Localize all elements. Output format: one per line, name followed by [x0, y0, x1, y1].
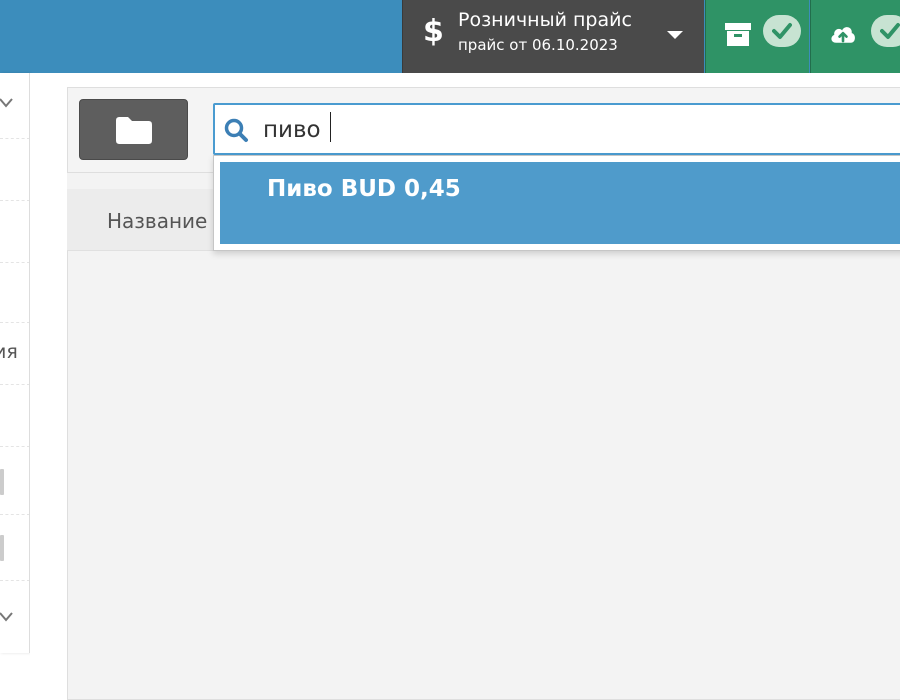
- check-icon: [880, 23, 900, 39]
- filter-field-edge: [0, 535, 4, 561]
- suggestion-item[interactable]: Пиво BUD 0,45: [220, 162, 900, 244]
- column-header-name[interactable]: Название: [107, 209, 207, 233]
- sidebar-item[interactable]: [0, 581, 29, 653]
- archive-icon: [725, 23, 751, 46]
- upload-status-button[interactable]: [810, 0, 900, 73]
- folder-button[interactable]: [79, 99, 188, 160]
- dollar-icon: $: [423, 14, 444, 49]
- sidebar-item[interactable]: ия: [0, 323, 29, 385]
- chevron-down-icon[interactable]: [667, 31, 683, 39]
- sidebar: ия: [0, 73, 30, 653]
- sidebar-item[interactable]: [0, 73, 29, 139]
- sidebar-item[interactable]: [0, 263, 29, 323]
- price-list-selector[interactable]: $ Розничный прайс прайс от 06.10.2023: [402, 0, 704, 73]
- check-badge: [763, 15, 801, 47]
- filter-field-edge: [0, 469, 4, 495]
- products-table: [67, 189, 900, 700]
- search-icon: [224, 118, 248, 142]
- sidebar-item[interactable]: [0, 201, 29, 263]
- sidebar-item-label: ия: [0, 341, 18, 363]
- search-input[interactable]: [263, 112, 863, 148]
- check-badge: [871, 15, 900, 47]
- search-suggestions: Пиво BUD 0,45: [213, 155, 900, 251]
- price-list-date: прайс от 06.10.2023: [458, 36, 618, 54]
- sidebar-item[interactable]: [0, 139, 29, 201]
- sidebar-filter[interactable]: [0, 515, 29, 581]
- search-box[interactable]: [213, 103, 900, 155]
- suggestion-label: Пиво BUD 0,45: [267, 176, 461, 202]
- sidebar-filter[interactable]: [0, 447, 29, 515]
- content-gutter: [30, 73, 67, 700]
- archive-status-button[interactable]: [705, 0, 809, 73]
- text-cursor: [330, 112, 331, 142]
- chevron-down-icon: [0, 612, 13, 622]
- check-icon: [772, 23, 792, 39]
- sidebar-item[interactable]: [0, 385, 29, 447]
- price-list-title: Розничный прайс: [458, 9, 632, 31]
- folder-icon: [116, 117, 152, 144]
- cloud-upload-icon: [831, 27, 855, 43]
- chevron-down-icon: [0, 98, 13, 108]
